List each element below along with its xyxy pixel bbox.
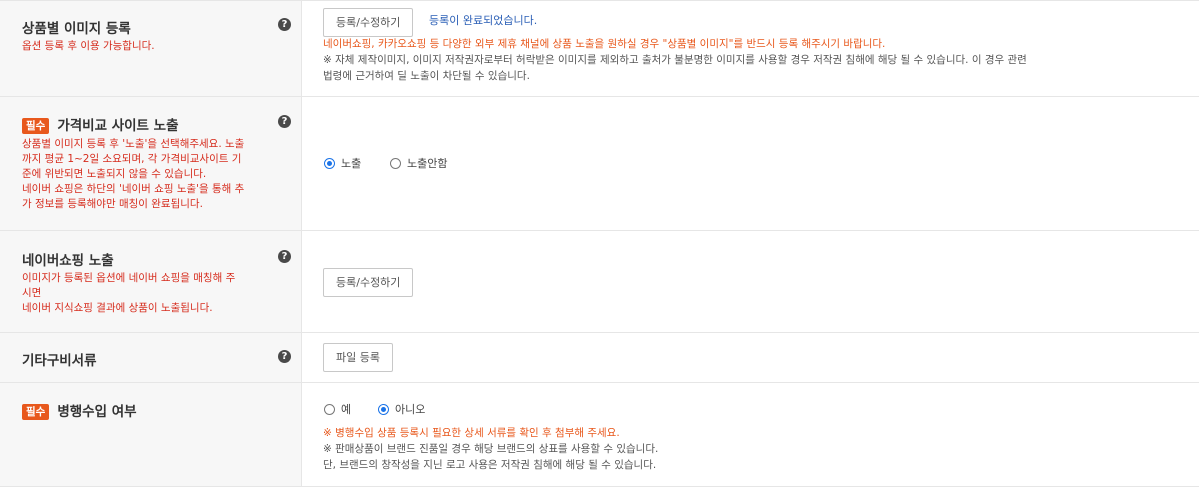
desc-line: 네이버 지식쇼핑 결과에 상품이 노출됩니다. (22, 302, 213, 314)
field-title: 필수 병행수입 여부 (22, 400, 137, 420)
file-upload-button[interactable]: 파일 등록 (323, 343, 393, 372)
row-label-cell: 네이버쇼핑 노출 ? 이미지가 등록된 옵션에 네이버 쇼핑을 매칭해 주 시면… (0, 231, 302, 332)
row-other-documents: 기타구비서류 ? 파일 등록 (0, 333, 1199, 383)
row-content-cell: 등록/수정하기 (303, 231, 1199, 332)
import-notice-line-1: ※ 병행수입 상품 등록시 필요한 상세 서류를 확인 후 첨부해 주세요. (323, 427, 620, 439)
image-notice-line-3: 법령에 근거하여 딜 노출이 차단될 수 있습니다. (323, 70, 530, 82)
field-title-text: 가격비교 사이트 노출 (57, 118, 179, 134)
row-label-cell: 기타구비서류 ? (0, 333, 302, 382)
image-notice-line-1: 네이버쇼핑, 카카오쇼핑 등 다양한 외부 제휴 채널에 상품 노출을 원하실 … (323, 38, 886, 50)
radio-no-expose[interactable]: 노출안함 (390, 155, 447, 171)
import-notice-line-2: ※ 판매상품이 브랜드 진품일 경우 해당 브랜드의 상표를 사용할 수 있습니… (323, 443, 659, 455)
help-icon[interactable]: ? (278, 115, 291, 128)
radio-checked-icon[interactable] (324, 158, 335, 169)
image-register-button[interactable]: 등록/수정하기 (323, 8, 414, 37)
radio-expose[interactable]: 노출 (324, 155, 361, 171)
row-content-cell: 등록/수정하기 등록이 완료되었습니다. 네이버쇼핑, 카카오쇼핑 등 다양한 … (303, 1, 1199, 96)
field-title: 필수 가격비교 사이트 노출 (22, 114, 179, 134)
radio-label: 아니오 (395, 403, 426, 416)
radio-unchecked-icon[interactable] (390, 158, 401, 169)
row-label-cell: 필수 병행수입 여부 (0, 383, 302, 486)
field-description: 상품별 이미지 등록 후 '노출'을 선택해주세요. 노출 까지 평균 1~2일… (22, 137, 290, 212)
desc-line: 까지 평균 1~2일 소요되며, 각 가격비교사이트 기 (22, 153, 242, 165)
field-title-text: 병행수입 여부 (57, 404, 137, 420)
required-badge: 필수 (22, 404, 50, 420)
desc-line: 네이버 쇼핑은 하단의 '네이버 쇼핑 노출'을 통해 추 (22, 183, 245, 195)
row-content-cell: 노출 노출안함 (303, 97, 1199, 230)
desc-line: 상품별 이미지 등록 후 '노출'을 선택해주세요. 노출 (22, 138, 245, 150)
field-description: 옵션 등록 후 이용 가능합니다. (22, 40, 155, 52)
naver-register-button[interactable]: 등록/수정하기 (323, 268, 414, 297)
help-icon[interactable]: ? (278, 250, 291, 263)
desc-line: 가 정보를 등록해야만 매칭이 완료됩니다. (22, 198, 203, 210)
field-title: 상품별 이미지 등록 (22, 21, 131, 37)
radio-label: 노출안함 (407, 157, 448, 170)
row-label-cell: 필수 가격비교 사이트 노출 ? 상품별 이미지 등록 후 '노출'을 선택해주세… (0, 97, 302, 230)
desc-line: 이미지가 등록된 옵션에 네이버 쇼핑을 매칭해 주 (22, 272, 236, 284)
radio-unchecked-icon[interactable] (324, 404, 335, 415)
row-price-comparison: 필수 가격비교 사이트 노출 ? 상품별 이미지 등록 후 '노출'을 선택해주세… (0, 97, 1199, 231)
row-naver-shopping: 네이버쇼핑 노출 ? 이미지가 등록된 옵션에 네이버 쇼핑을 매칭해 주 시면… (0, 231, 1199, 333)
image-notice-line-2: ※ 자체 제작이미지, 이미지 저작권자로부터 허락받은 이미지를 제외하고 출… (323, 54, 1027, 66)
row-content-cell: 예 아니오 ※ 병행수입 상품 등록시 필요한 상세 서류를 확인 후 첨부해 … (303, 383, 1199, 486)
radio-yes[interactable]: 예 (324, 401, 351, 417)
radio-no[interactable]: 아니오 (378, 401, 425, 417)
radio-checked-icon[interactable] (378, 404, 389, 415)
row-label-cell: 상품별 이미지 등록 ? 옵션 등록 후 이용 가능합니다. (0, 1, 302, 96)
product-option-form: 상품별 이미지 등록 ? 옵션 등록 후 이용 가능합니다. 등록/수정하기 등… (0, 0, 1199, 487)
field-title: 네이버쇼핑 노출 (22, 253, 114, 269)
required-badge: 필수 (22, 118, 50, 134)
radio-label: 예 (341, 403, 352, 416)
help-icon[interactable]: ? (278, 350, 291, 363)
registration-status-text: 등록이 완료되었습니다. (429, 14, 538, 27)
help-icon[interactable]: ? (278, 18, 291, 31)
row-content-cell: 파일 등록 (303, 333, 1199, 382)
desc-line: 시면 (22, 287, 42, 299)
import-notice-line-3: 단, 브랜드의 창작성을 지닌 로고 사용은 저작권 침해에 해당 될 수 있습… (323, 459, 657, 471)
desc-line: 준에 위반되면 노출되지 않을 수 있습니다. (22, 168, 207, 180)
field-title: 기타구비서류 (22, 353, 97, 369)
radio-label: 노출 (341, 157, 362, 170)
row-image-registration: 상품별 이미지 등록 ? 옵션 등록 후 이용 가능합니다. 등록/수정하기 등… (0, 1, 1199, 97)
row-parallel-import: 필수 병행수입 여부 예 아니오 ※ 병행수입 상품 등록시 필요한 상세 서류를… (0, 383, 1199, 487)
field-description: 이미지가 등록된 옵션에 네이버 쇼핑을 매칭해 주 시면 네이버 지식쇼핑 결… (22, 271, 290, 316)
